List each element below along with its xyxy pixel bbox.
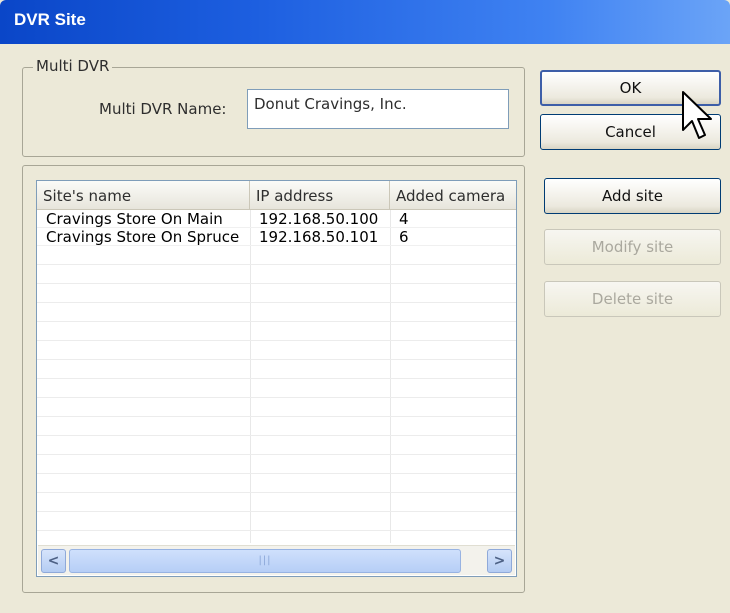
add-site-button[interactable]: Add site	[544, 178, 721, 214]
column-header-added-camera[interactable]: Added camera	[390, 181, 516, 209]
scrollbar-thumb[interactable]: |||	[69, 549, 461, 573]
multi-dvr-name-input[interactable]: Donut Cravings, Inc.	[247, 89, 509, 129]
horizontal-scrollbar[interactable]: < ||| >	[38, 545, 515, 575]
grid-line	[37, 530, 516, 531]
dvr-site-dialog: DVR Site Multi DVR Multi DVR Name: Donut…	[0, 0, 730, 613]
grid-line	[37, 321, 516, 322]
modify-site-button[interactable]: Modify site	[544, 229, 721, 265]
grid-line	[390, 210, 391, 543]
grid-line	[37, 264, 516, 265]
multi-dvr-name-label: Multi DVR Name:	[99, 100, 227, 118]
grid-line	[37, 302, 516, 303]
grid-line	[250, 210, 251, 543]
ip-address-cell: 192.168.50.101	[259, 228, 379, 246]
site-list-rows: Cravings Store On Main 192.168.50.100 4 …	[37, 210, 516, 246]
title-bar[interactable]: DVR Site	[0, 0, 730, 44]
column-header-ip-address[interactable]: IP address	[250, 181, 390, 209]
grid-line	[37, 492, 516, 493]
delete-site-button[interactable]: Delete site	[544, 281, 721, 317]
table-row[interactable]: Cravings Store On Spruce 192.168.50.101 …	[37, 228, 516, 246]
grid-line	[37, 283, 516, 284]
grid-line	[37, 454, 516, 455]
scroll-left-icon[interactable]: <	[41, 549, 66, 573]
multi-dvr-group-label: Multi DVR	[33, 57, 113, 75]
grid-line	[37, 378, 516, 379]
grid-line	[37, 397, 516, 398]
grid-line	[37, 340, 516, 341]
site-name-cell: Cravings Store On Spruce	[46, 228, 240, 246]
grid-line	[37, 511, 516, 512]
scroll-right-icon[interactable]: >	[487, 549, 512, 573]
column-header-site-name[interactable]: Site's name	[37, 181, 250, 209]
added-camera-cell: 4	[399, 210, 409, 228]
grid-line	[37, 359, 516, 360]
site-name-cell: Cravings Store On Main	[46, 210, 223, 228]
grid-line	[37, 435, 516, 436]
table-row[interactable]: Cravings Store On Main 192.168.50.100 4	[37, 210, 516, 228]
site-list-header: Site's name IP address Added camera	[37, 181, 516, 210]
added-camera-cell: 6	[399, 228, 409, 246]
scrollbar-grip-icon: |||	[258, 555, 272, 566]
grid-line	[37, 473, 516, 474]
grid-line	[37, 416, 516, 417]
ip-address-cell: 192.168.50.100	[259, 210, 379, 228]
window-title: DVR Site	[14, 10, 86, 29]
site-list[interactable]: Site's name IP address Added camera Crav…	[36, 180, 517, 577]
pointer-cursor-icon	[682, 91, 712, 139]
multi-dvr-group: Multi DVR Multi DVR Name: Donut Cravings…	[22, 57, 525, 157]
